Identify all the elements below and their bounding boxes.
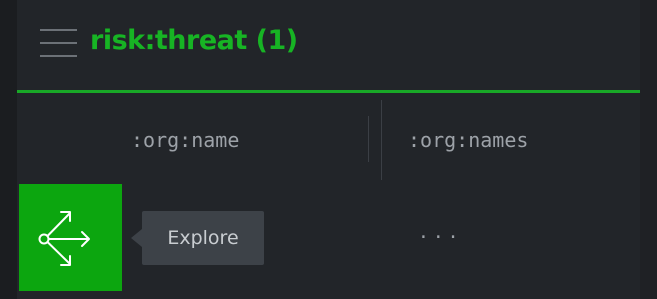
org-names-cell-value: ... [418, 222, 463, 243]
column-divider[interactable] [381, 100, 382, 180]
explore-button[interactable] [19, 184, 122, 291]
column-header-org-names[interactable]: :org:names [408, 120, 528, 160]
explore-arrows-icon [38, 211, 90, 266]
right-gutter [640, 0, 657, 299]
column-header-org-name[interactable]: :org:name [131, 120, 239, 160]
left-gutter [0, 0, 17, 299]
results-panel: risk:threat (1) :org:name :org:names Exp… [0, 0, 657, 299]
results-title[interactable]: risk:threat (1) [90, 25, 298, 56]
column-divider [368, 116, 369, 162]
hamburger-menu-icon[interactable] [40, 29, 77, 61]
results-header: risk:threat (1) [17, 0, 640, 92]
explore-tooltip: Explore [142, 211, 264, 265]
header-underline [17, 90, 640, 93]
tooltip-label: Explore [167, 227, 239, 249]
tooltip-arrow [131, 229, 142, 247]
